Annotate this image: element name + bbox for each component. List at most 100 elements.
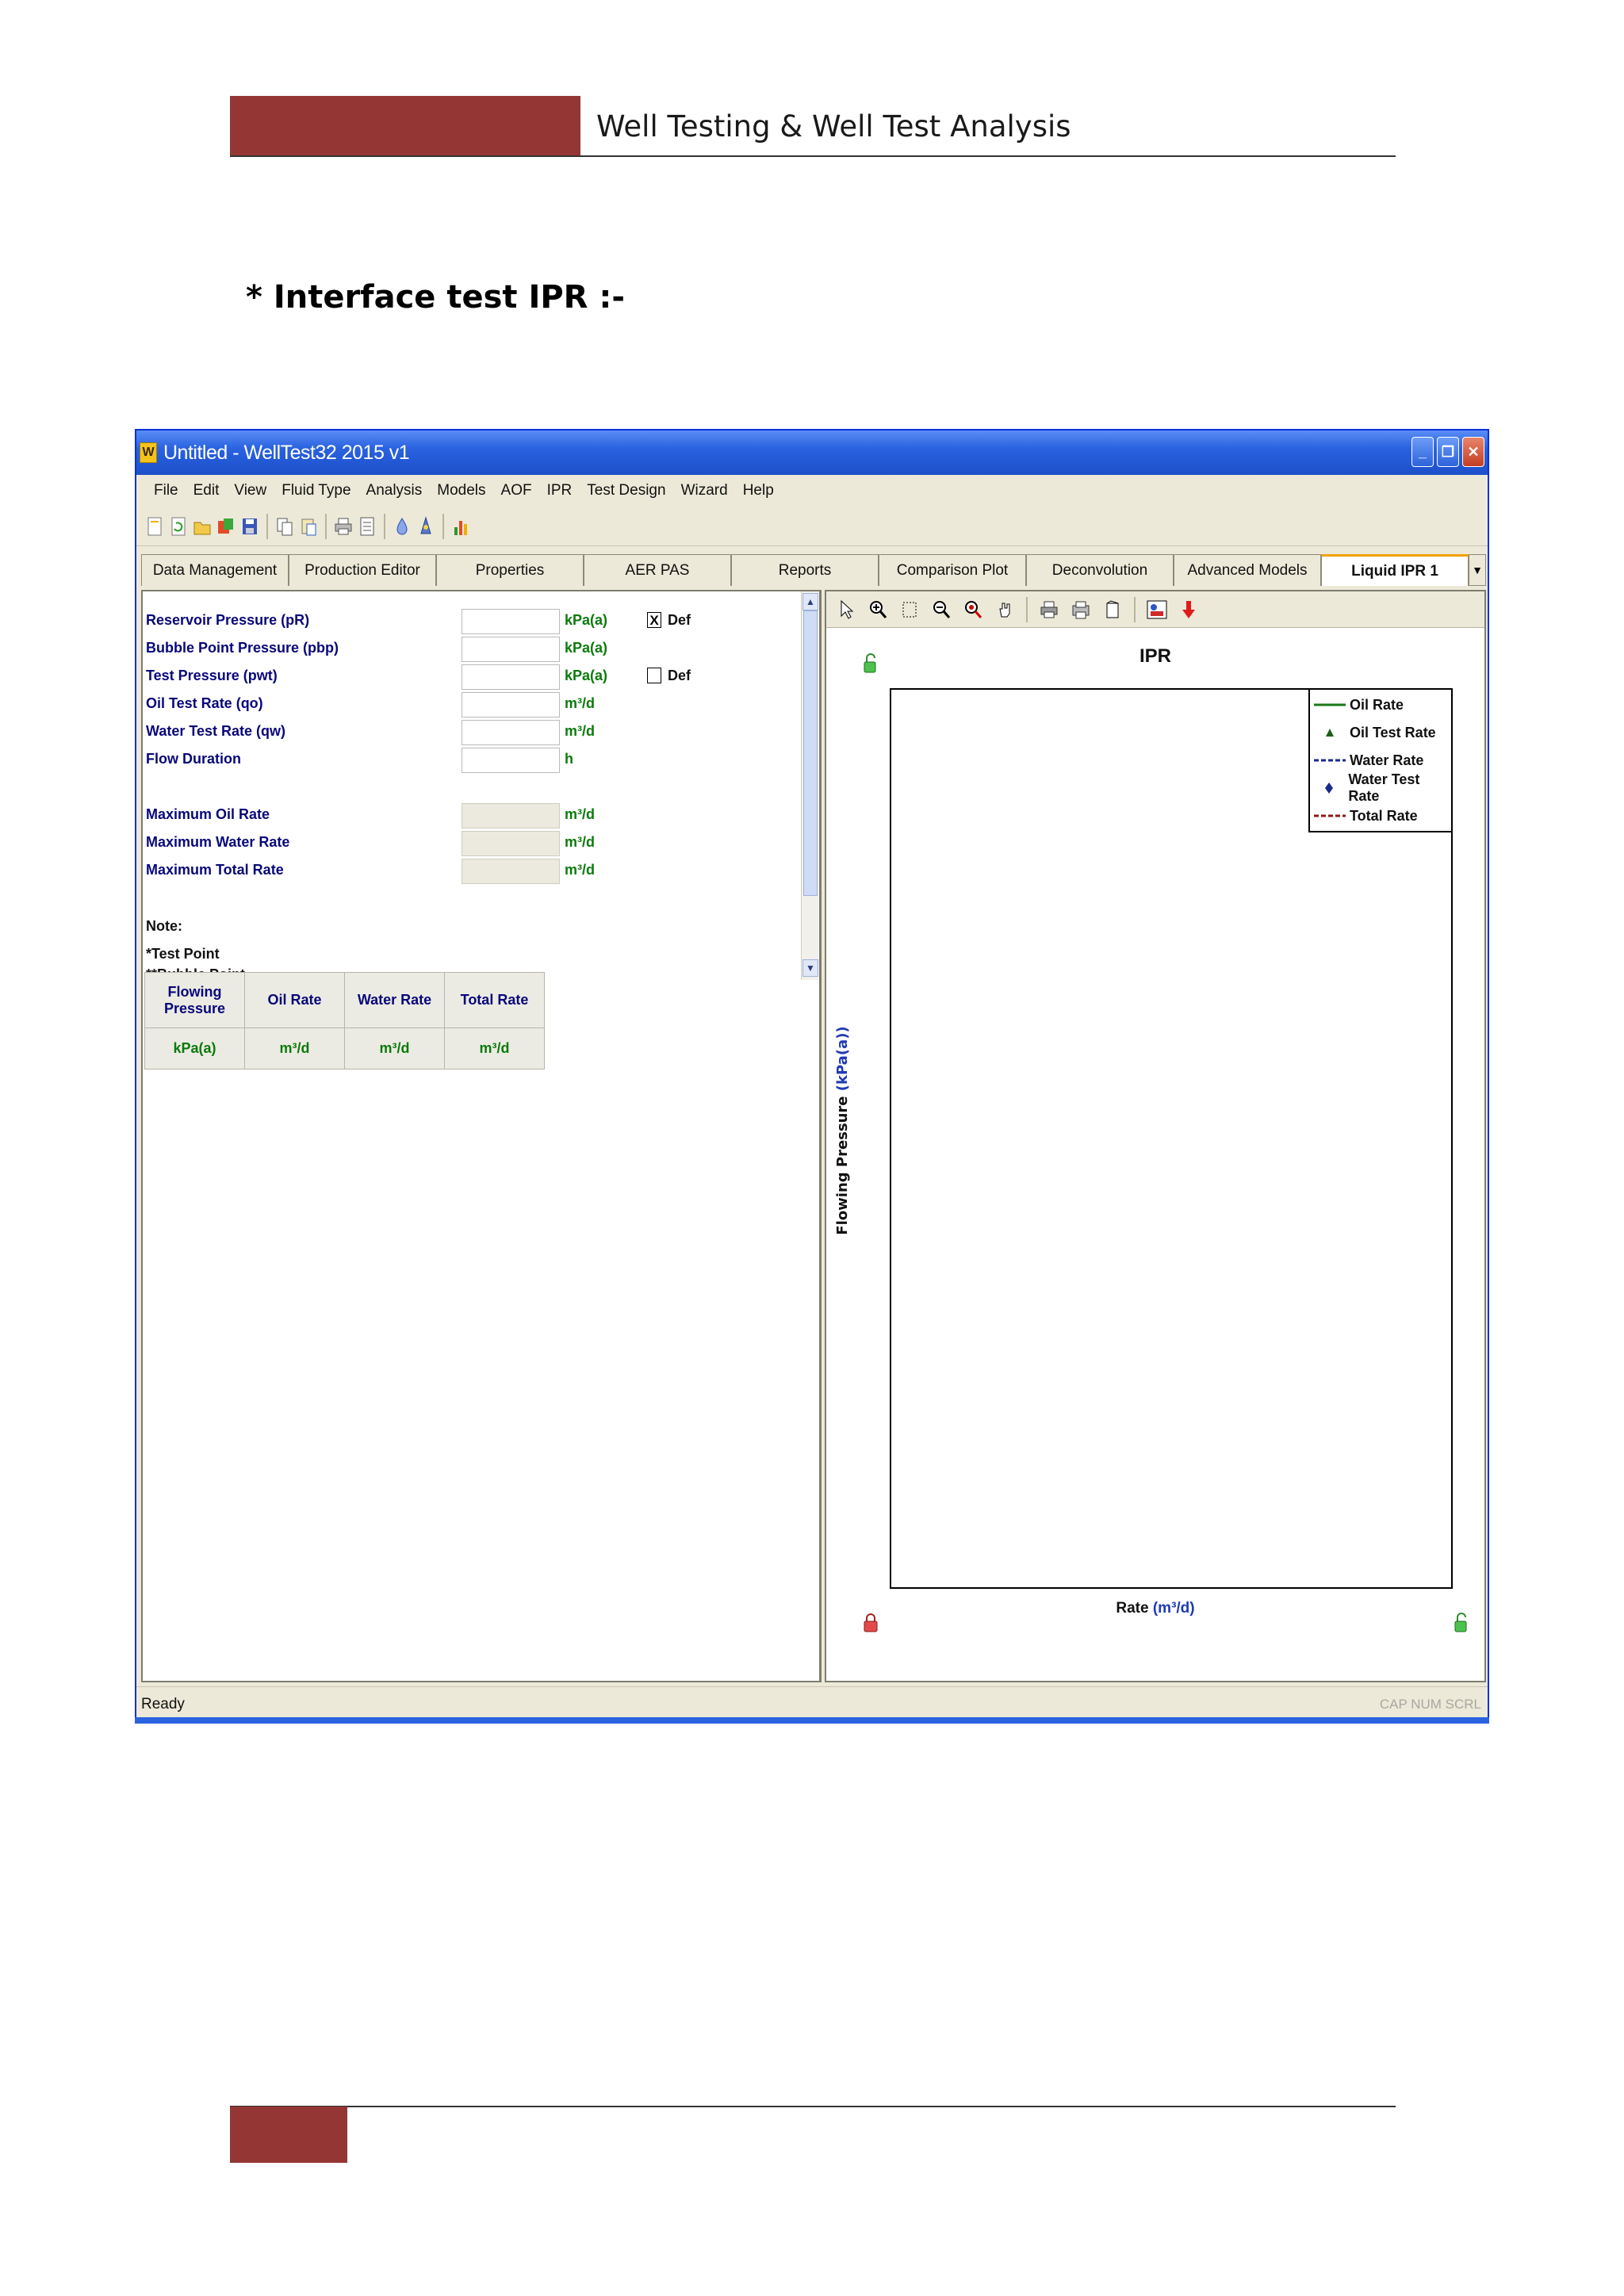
app-icon: W bbox=[140, 442, 157, 463]
menu-aof[interactable]: AOF bbox=[501, 482, 532, 499]
tab-aer-pas[interactable]: AER PAS bbox=[584, 554, 731, 586]
unlocked-lock-icon[interactable] bbox=[1454, 1613, 1469, 1633]
legend-swatch-water-rate bbox=[1314, 759, 1346, 762]
menu-analysis[interactable]: Analysis bbox=[366, 482, 423, 499]
minimize-button[interactable]: _ bbox=[1411, 437, 1434, 467]
plot-properties-icon[interactable] bbox=[1099, 597, 1126, 622]
plot-print-icon[interactable] bbox=[1036, 597, 1063, 622]
legend-label-oil-test-rate: Oil Test Rate bbox=[1350, 724, 1436, 740]
menu-file[interactable]: File bbox=[154, 482, 178, 499]
toolbar-separator bbox=[325, 513, 327, 539]
legend-label-water-test-rate: Water Test Rate bbox=[1348, 771, 1420, 804]
table-header-flowing-pressure: Flowing Pressure bbox=[144, 972, 245, 1028]
ipr-plot-pane: IPR Oil Rate Oil Test Rate Water Rate Wa… bbox=[825, 590, 1486, 1682]
window-titlebar[interactable]: W Untitled - WellTest32 2015 v1 _ ❐ ✕ bbox=[136, 430, 1488, 475]
water-test-rate-label: Water Test Rate (qw) bbox=[146, 723, 286, 739]
new-file-icon[interactable] bbox=[144, 514, 165, 539]
ipr-results-table: Flowing Pressure Oil Rate Water Rate Tot… bbox=[144, 972, 545, 1070]
fluid-drop-icon[interactable] bbox=[392, 514, 412, 539]
tab-deconvolution[interactable]: Deconvolution bbox=[1026, 554, 1174, 586]
pointer-icon[interactable] bbox=[833, 597, 860, 622]
wizard-icon[interactable] bbox=[416, 514, 436, 539]
test-pressure-unit: kPa(a) bbox=[565, 668, 608, 683]
legend-label-oil-rate: Oil Rate bbox=[1350, 696, 1404, 713]
menu-ipr[interactable]: IPR bbox=[547, 482, 573, 499]
reservoir-pressure-input[interactable] bbox=[462, 609, 560, 634]
menu-test-design[interactable]: Test Design bbox=[587, 482, 665, 499]
section-title: * Interface test IPR :- bbox=[246, 279, 625, 316]
test-pressure-input[interactable] bbox=[462, 664, 560, 690]
pan-hand-icon[interactable] bbox=[991, 597, 1018, 622]
flow-duration-input[interactable] bbox=[462, 748, 560, 773]
print-icon[interactable] bbox=[333, 514, 354, 539]
legend-item-total-rate: Total Rate bbox=[1310, 802, 1451, 829]
plot-copy-icon[interactable] bbox=[1067, 597, 1094, 622]
tab-dropdown-icon[interactable]: ▼ bbox=[1469, 554, 1486, 586]
report-icon[interactable] bbox=[357, 514, 377, 539]
scroll-thumb[interactable] bbox=[803, 610, 818, 896]
menu-models[interactable]: Models bbox=[437, 482, 485, 499]
locked-lock-icon[interactable] bbox=[864, 1613, 878, 1633]
reservoir-pressure-def-checkbox[interactable]: X bbox=[647, 612, 661, 628]
tab-production-editor[interactable]: Production Editor bbox=[289, 554, 436, 586]
chart-icon[interactable] bbox=[450, 514, 471, 539]
tab-data-management[interactable]: Data Management bbox=[141, 554, 289, 586]
tab-advanced-models[interactable]: Advanced Models bbox=[1174, 554, 1321, 586]
table-header-oil-rate: Oil Rate bbox=[244, 972, 345, 1028]
menu-edit[interactable]: Edit bbox=[193, 482, 220, 499]
water-test-rate-input[interactable] bbox=[462, 720, 560, 745]
zoom-reset-icon[interactable] bbox=[959, 597, 986, 622]
tab-comparison-plot[interactable]: Comparison Plot bbox=[879, 554, 1026, 586]
menu-fluid-type[interactable]: Fluid Type bbox=[282, 482, 350, 499]
bubble-point-pressure-label: Bubble Point Pressure (pbp) bbox=[146, 640, 339, 656]
max-oil-rate-unit: m³/d bbox=[565, 806, 595, 822]
tab-liquid-ipr-1[interactable]: Liquid IPR 1 bbox=[1321, 554, 1469, 586]
y-axis-label: Flowing Pressure (kPa(a)) bbox=[834, 1012, 851, 1249]
bubble-point-pressure-input[interactable] bbox=[462, 637, 560, 662]
bubble-point-pressure-unit: kPa(a) bbox=[565, 640, 608, 656]
save-icon[interactable] bbox=[239, 514, 260, 539]
close-button[interactable]: ✕ bbox=[1462, 437, 1484, 467]
tab-reports[interactable]: Reports bbox=[731, 554, 879, 586]
welltest-window: W Untitled - WellTest32 2015 v1 _ ❐ ✕ Fi… bbox=[135, 429, 1489, 1723]
legend-item-oil-rate: Oil Rate bbox=[1310, 691, 1451, 718]
table-unit-water-rate: m³/d bbox=[344, 1027, 445, 1070]
down-arrow-icon[interactable] bbox=[1175, 597, 1202, 622]
note-test-point: *Test Point bbox=[146, 946, 220, 962]
scroll-up-icon[interactable]: ▲ bbox=[802, 593, 818, 610]
menu-view[interactable]: View bbox=[234, 482, 266, 499]
footer-rule bbox=[230, 2106, 1396, 2107]
menu-bar: File Edit View Fluid Type Analysis Model… bbox=[136, 475, 1488, 507]
plot-title: IPR bbox=[1139, 645, 1171, 667]
toolbar-separator bbox=[1134, 596, 1136, 622]
tab-properties[interactable]: Properties bbox=[436, 554, 584, 586]
menu-help[interactable]: Help bbox=[743, 482, 774, 499]
refresh-icon[interactable] bbox=[168, 514, 189, 539]
zoom-in-icon[interactable] bbox=[864, 597, 891, 622]
restore-button[interactable]: ❐ bbox=[1437, 437, 1459, 467]
flow-duration-label: Flow Duration bbox=[146, 751, 241, 767]
test-pressure-def-checkbox[interactable] bbox=[647, 668, 661, 683]
import-icon[interactable] bbox=[216, 514, 236, 539]
menu-wizard[interactable]: Wizard bbox=[681, 482, 728, 499]
legend-swatch-oil-test-rate bbox=[1326, 729, 1334, 737]
copy-icon[interactable] bbox=[274, 514, 295, 539]
legend-label-water-rate: Water Rate bbox=[1350, 752, 1424, 768]
export-plot-icon[interactable] bbox=[1143, 597, 1170, 622]
zoom-out-icon[interactable] bbox=[928, 597, 955, 622]
table-header-water-rate: Water Rate bbox=[344, 972, 445, 1028]
paste-icon[interactable] bbox=[298, 514, 319, 539]
open-folder-icon[interactable] bbox=[192, 514, 213, 539]
main-toolbar bbox=[136, 507, 1488, 546]
scroll-down-icon[interactable]: ▼ bbox=[802, 959, 818, 977]
oil-test-rate-input[interactable] bbox=[462, 692, 560, 718]
zoom-box-icon[interactable] bbox=[896, 597, 923, 622]
ipr-input-pane: Reservoir Pressure (pR) kPa(a) X Def Bub… bbox=[141, 590, 822, 1682]
max-water-rate-label: Maximum Water Rate bbox=[146, 834, 290, 850]
water-test-rate-unit: m³/d bbox=[565, 723, 595, 739]
oil-test-rate-label: Oil Test Rate (qo) bbox=[146, 695, 263, 711]
oil-test-rate-unit: m³/d bbox=[565, 695, 595, 711]
y-axis-label-unit: (kPa(a)) bbox=[834, 1026, 851, 1092]
header-rule bbox=[230, 155, 1396, 157]
input-vertical-scrollbar[interactable]: ▲ ▼ bbox=[801, 591, 818, 980]
